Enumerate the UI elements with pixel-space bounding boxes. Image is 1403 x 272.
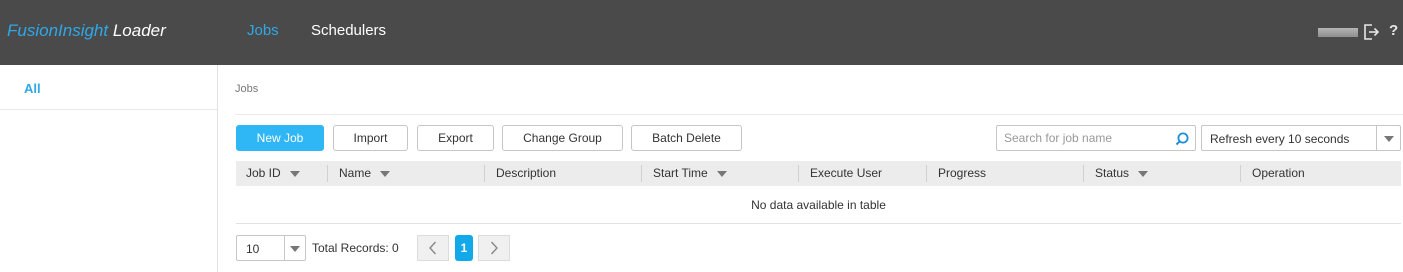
help-icon[interactable]: ? — [1389, 22, 1398, 39]
column-header-status[interactable]: Status — [1095, 161, 1149, 186]
previous-page-button[interactable] — [417, 235, 449, 261]
dropdown-arrow — [1376, 126, 1400, 150]
username-redacted[interactable] — [1318, 28, 1358, 37]
change-group-button[interactable]: Change Group — [502, 125, 623, 151]
column-header-operation: Operation — [1252, 166, 1305, 180]
main-content: Jobs New Job Import Export Change Group … — [219, 65, 1403, 272]
next-page-button[interactable] — [478, 235, 510, 261]
divider — [235, 114, 1403, 115]
import-button[interactable]: Import — [333, 125, 408, 151]
top-bar: FusionInsight Loader Jobs Schedulers ? — [0, 0, 1403, 65]
sidebar-item-all[interactable]: All — [0, 65, 217, 110]
chevron-left-icon — [429, 241, 437, 255]
column-header-progress: Progress — [938, 166, 987, 180]
export-button[interactable]: Export — [417, 125, 494, 151]
sort-icon — [716, 170, 727, 177]
chevron-right-icon — [490, 241, 498, 255]
page-size-value: 10 — [246, 242, 260, 256]
logout-icon[interactable] — [1363, 23, 1380, 41]
total-records: Total Records: 0 — [312, 241, 399, 255]
breadcrumb: Jobs — [235, 83, 259, 95]
column-header-job-id[interactable]: Job ID — [246, 161, 300, 186]
search-icon[interactable] — [1174, 131, 1190, 147]
new-job-button[interactable]: New Job — [236, 125, 324, 151]
app-logo: FusionInsight Loader — [7, 21, 166, 41]
chevron-down-icon — [1384, 136, 1394, 142]
sort-icon — [1138, 170, 1149, 177]
batch-delete-button[interactable]: Batch Delete — [631, 125, 742, 151]
sidebar-item-label: All — [24, 81, 41, 96]
refresh-interval-select[interactable]: Refresh every 10 seconds — [1201, 125, 1401, 151]
dropdown-arrow — [284, 236, 305, 260]
logo-brand: FusionInsight — [7, 21, 109, 40]
nav-tab-jobs[interactable]: Jobs — [247, 22, 279, 39]
empty-table-message: No data available in table — [236, 186, 1401, 224]
column-header-start-time[interactable]: Start Time — [653, 161, 727, 186]
job-search-input[interactable] — [1004, 130, 1172, 146]
column-header-description: Description — [496, 166, 557, 180]
page-size-select[interactable]: 10 — [236, 235, 306, 261]
logo-product: Loader — [108, 21, 166, 40]
sidebar: All — [0, 65, 218, 272]
nav-tab-schedulers[interactable]: Schedulers — [311, 22, 386, 39]
search-box — [996, 125, 1196, 151]
sort-icon — [380, 170, 391, 177]
refresh-interval-value: Refresh every 10 seconds — [1210, 132, 1350, 146]
page-number-current[interactable]: 1 — [455, 235, 473, 261]
table-header: Job ID Name Description Start Time Execu… — [236, 161, 1401, 186]
column-header-name[interactable]: Name — [339, 161, 391, 186]
column-header-execute-user: Execute User — [810, 166, 883, 180]
sort-icon — [289, 170, 300, 177]
chevron-down-icon — [290, 246, 300, 252]
